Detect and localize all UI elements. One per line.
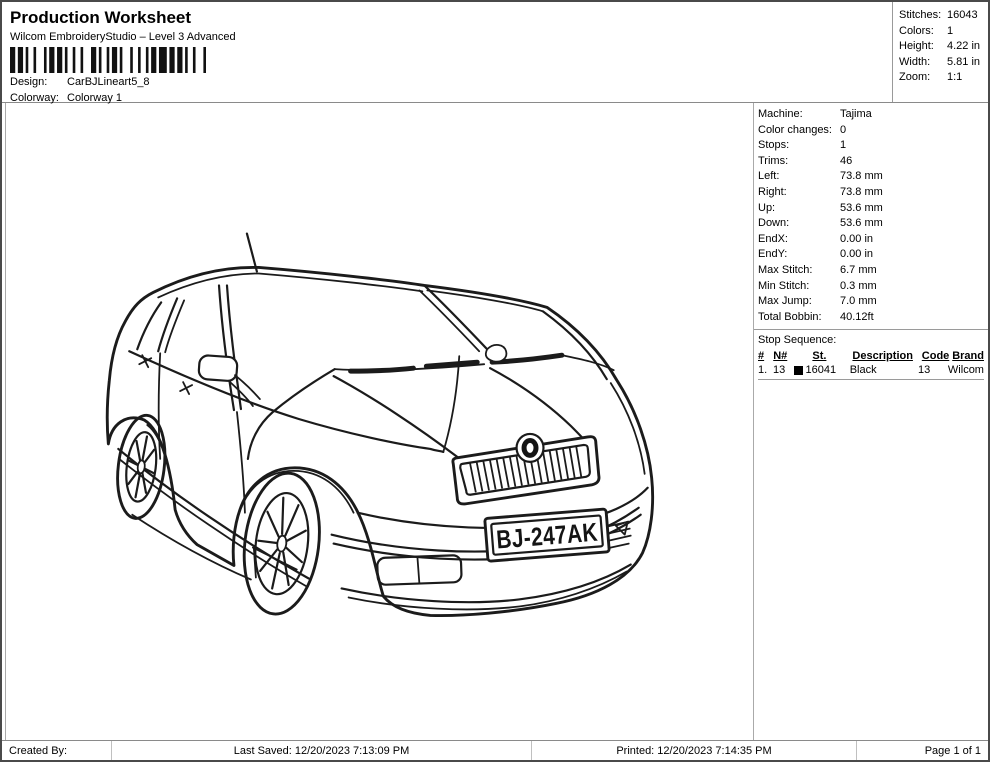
detail-label: EndY: [758,248,788,261]
max-jump-value: 7.0 mm [840,295,877,308]
stop-needle: 13 [772,364,786,377]
detail-label: Left: [758,170,780,183]
summary-label: Zoom: [899,71,931,83]
detail-label: Min Stitch: [758,279,810,292]
stop-description: Black [849,364,877,377]
printed-cell: Printed: 12/20/2023 7:14:35 PM [532,741,857,760]
footer: Created By: Last Saved: 12/20/2023 7:13:… [2,740,988,760]
right-value: 73.8 mm [840,185,883,198]
stops-value: 1 [840,139,847,152]
detail-label: Total Bobbin: [758,310,822,323]
machine-value: Tajima [840,108,872,120]
design-value: CarBJLineart5_8 [67,76,150,88]
stop-code: 13 [917,364,931,377]
detail-label: Machine: [758,108,803,120]
detail-label: Trims: [758,154,789,167]
thread-color-swatch-icon [793,365,803,375]
details-panel: Machine: Tajima Color changes: 0 Stops: 1 T… [754,103,988,740]
page-number-cell: Page 1 of 1 [924,744,981,757]
main-area: BJ-247AK Machine: Tajima Color changes: 0 … [2,103,988,740]
wiper-blade-left [348,365,416,374]
detail-label: EndX: [758,232,788,245]
door-handle-front [179,381,193,395]
max-stitch-value: 6.7 mm [840,263,877,276]
far-mirror [484,344,508,363]
header-left: Production Worksheet Wilcom EmbroiderySt… [2,2,892,104]
summary-label: Width: [899,55,931,68]
created-by-cell: Created By: [2,741,112,760]
stop-stitches: 16041 [805,364,837,377]
app-subtitle: Wilcom EmbroideryStudio – Level 3 Advanc… [10,31,236,43]
design-row: Design: CarBJLineart5_8 [10,76,884,89]
up-value: 53.6 mm [840,201,883,214]
detail-label: Right: [758,185,787,198]
detail-label: Stops: [758,139,790,152]
detail-label: Color changes: [758,123,832,136]
detail-label: Up: [758,201,776,214]
page-title: Production Worksheet [10,8,192,27]
col-description: Description [852,350,913,363]
col-brand: Brand [952,350,984,363]
stop-table-row: 1. 13 16041 Black 13 Wilcom [758,363,984,381]
endy-value: 0.00 in [840,248,874,261]
detail-label: Down: [758,217,790,230]
barcode [10,47,206,73]
total-bobbin-value: 40.12ft [840,310,874,323]
license-plate: BJ-247AK [483,507,611,563]
col-n: N# [773,350,788,363]
car-antenna [245,232,258,273]
design-canvas: BJ-247AK [5,103,754,740]
stop-sequence-section: Stop Sequence: # N# St. Description Code… [754,329,988,381]
detail-label: Max Jump: [758,295,812,308]
endx-value: 0.00 in [840,232,874,245]
production-worksheet-page: Production Worksheet Wilcom EmbroiderySt… [0,0,990,762]
design-label: Design: [10,76,48,88]
front-grille [451,432,601,506]
col-st: St. [812,350,827,363]
design-preview-car: BJ-247AK [105,232,655,617]
stop-num: 1. [758,364,768,377]
stop-sequence-title: Stop Sequence: [758,334,837,347]
min-stitch-value: 0.3 mm [840,279,877,292]
header: Production Worksheet Wilcom EmbroiderySt… [2,2,988,104]
rear-wheel [116,413,167,520]
stop-table-header: # N# St. Description Code Brand [758,349,984,363]
last-saved-cell: Last Saved: 12/20/2023 7:13:09 PM [112,741,532,760]
colors-value: 1 [947,24,954,37]
design-summary-box: Stitches: 16043 Colors: 1 Height: 4.22 in W… [892,2,988,102]
detail-label: Max Stitch: [758,263,813,276]
summary-label: Height: [899,40,934,52]
col-code: Code [921,350,950,363]
stitches-value: 16043 [947,9,978,21]
stop-sequence-table: # N# St. Description Code Brand 1. 13 16… [758,349,984,381]
width-value: 5.81 in [947,55,981,68]
color-changes-value: 0 [840,123,847,136]
trims-value: 46 [840,154,853,167]
zoom-value: 1:1 [947,71,963,83]
summary-label: Stitches: [899,9,942,21]
left-value: 73.8 mm [840,170,883,183]
col-num: # [758,350,765,363]
down-value: 53.6 mm [840,217,883,230]
stop-brand: Wilcom [947,364,984,377]
height-value: 4.22 in [947,40,981,52]
summary-label: Colors: [899,24,934,37]
side-mirror [197,354,239,382]
